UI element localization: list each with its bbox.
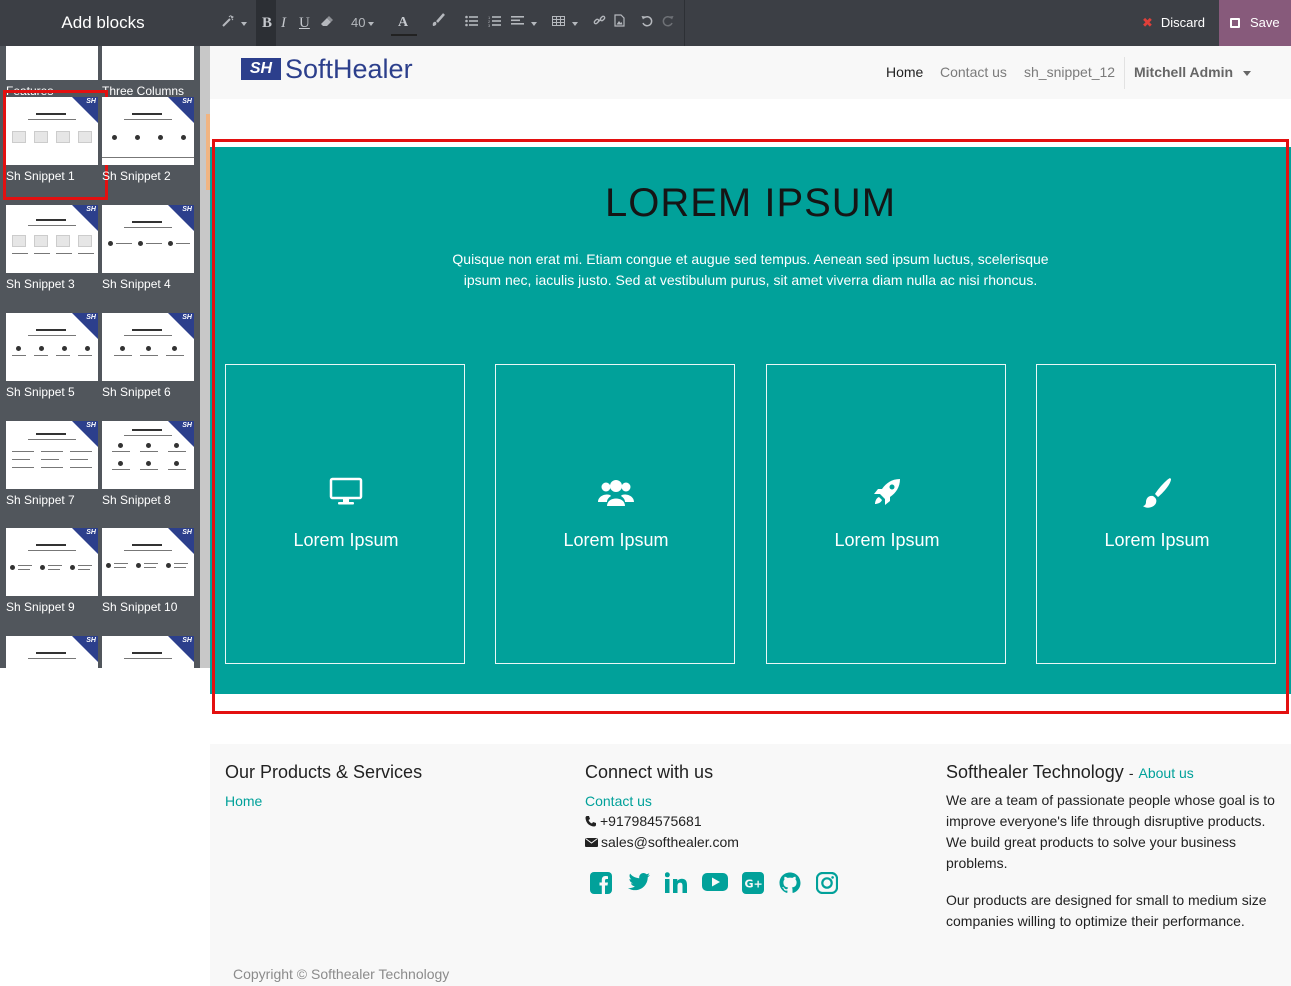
footer-link-home[interactable]: Home [225,793,262,809]
underline-button[interactable]: U [299,13,310,33]
undo-icon[interactable] [641,13,653,33]
envelope-icon [585,838,598,847]
block-thumbnail: SH [102,97,194,165]
github-icon[interactable] [779,872,803,896]
google-plus-icon[interactable]: G+ [742,872,766,896]
block-label: Sh Snippet 5 [6,385,75,399]
paint-brush-icon[interactable] [431,13,445,33]
block-label: Three Columns [102,84,185,98]
instagram-icon[interactable] [815,871,840,896]
connect-heading: Connect with us [585,762,714,782]
company-heading: Softhealer Technology - About us [946,762,1194,782]
block-label: Sh Snippet 10 [102,600,178,614]
block-sh-snippet-5[interactable]: SH Sh Snippet 5 [6,313,98,399]
site-footer: Our Products & Services Home Connect wit… [210,744,1291,986]
block-thumbnail: SH [102,205,194,273]
close-icon: ✖ [1142,15,1153,30]
nav-sh-snippet-12[interactable]: sh_snippet_12 [1024,64,1115,80]
snippets-sidebar: Add blocks Features Three Columns SH Sh … [0,0,210,668]
about-paragraph-2: Our products are designed for small to m… [946,892,1267,929]
block-thumbnail [102,46,194,80]
block-sh-snippet-12[interactable]: SH [102,636,194,668]
block-thumbnail: SH [6,636,98,668]
svg-text:3: 3 [488,23,491,27]
font-color-button[interactable]: A [398,13,408,33]
svg-text:G+: G+ [745,878,763,891]
floppy-disk-icon [1230,18,1240,28]
unordered-list-icon[interactable] [465,13,478,33]
footer-link-contact[interactable]: Contact us [585,793,652,809]
block-label: Sh Snippet 3 [6,277,75,291]
user-menu[interactable]: Mitchell Admin [1134,64,1252,80]
block-thumbnail: SH [102,421,194,489]
align-dropdown[interactable] [511,13,537,33]
block-thumbnail: SH [6,528,98,596]
block-label: Sh Snippet 4 [102,277,171,291]
facebook-icon[interactable] [590,872,614,896]
block-label: Sh Snippet 6 [102,385,171,399]
nav-contact-us[interactable]: Contact us [940,64,1007,80]
youtube-icon[interactable] [702,872,728,896]
link-icon[interactable] [593,13,606,33]
site-header: SH SoftHealer Home Contact us sh_snippet… [210,46,1291,99]
sidebar-title: Add blocks [0,0,210,46]
twitter-icon[interactable] [628,872,652,896]
block-thumbnail: SH [6,313,98,381]
block-sh-snippet-3[interactable]: SH Sh Snippet 3 [6,205,98,291]
block-sh-snippet-10[interactable]: SH Sh Snippet 10 [102,528,194,614]
ordered-list-icon[interactable]: 123 [488,13,501,33]
italic-button[interactable]: I [281,13,286,33]
snippet-list: Features Three Columns SH Sh Snippet 1 S… [0,46,200,668]
block-label: Sh Snippet 2 [102,169,171,183]
block-label: Sh Snippet 9 [6,600,75,614]
chevron-down-icon [1243,70,1252,76]
selection-highlight [212,139,1289,714]
discard-button[interactable]: ✖ Discard [1128,0,1219,46]
block-label: Sh Snippet 8 [102,493,171,507]
block-label: Sh Snippet 1 [6,169,75,183]
bold-button[interactable]: B [262,13,272,33]
save-button[interactable]: Save [1219,0,1291,46]
block-thumbnail: SH [6,205,98,273]
block-three-columns[interactable]: Three Columns [102,46,194,98]
nav-home[interactable]: Home [886,64,923,80]
eraser-icon[interactable] [320,13,334,33]
block-thumbnail: SH [102,313,194,381]
about-us-link[interactable]: About us [1139,765,1194,781]
linkedin-icon[interactable] [664,872,689,896]
block-sh-snippet-4[interactable]: SH Sh Snippet 4 [102,205,194,291]
products-heading: Our Products & Services [225,762,423,782]
phone-icon [585,816,596,827]
block-sh-snippet-1[interactable]: SH Sh Snippet 1 [3,90,108,200]
copyright-text: Copyright © Softhealer Technology [233,966,450,982]
block-label: Sh Snippet 7 [6,493,75,507]
block-sh-snippet-6[interactable]: SH Sh Snippet 6 [102,313,194,399]
email-info: sales@softhealer.com [585,832,739,853]
block-thumbnail [6,46,98,80]
block-sh-snippet-7[interactable]: SH Sh Snippet 7 [6,421,98,507]
block-thumbnail: SH [102,636,194,668]
block-sh-snippet-2[interactable]: SH Sh Snippet 2 [102,97,194,183]
block-sh-snippet-11[interactable]: SH [6,636,98,668]
block-sh-snippet-9[interactable]: SH Sh Snippet 9 [6,528,98,614]
font-size-dropdown[interactable]: 40 [351,13,374,33]
editor-toolbar: B I U 40 A 123 ✖ Discard Save [210,0,1291,46]
block-sh-snippet-8[interactable]: SH Sh Snippet 8 [102,421,194,507]
phone-info: +917984575681 [585,811,702,832]
magic-wand-icon[interactable] [222,13,247,33]
block-thumbnail: SH [102,528,194,596]
redo-icon[interactable] [662,13,674,33]
table-dropdown[interactable] [552,13,578,33]
block-thumbnail: SH [6,421,98,489]
block-thumbnail: SH [6,97,98,165]
image-file-icon[interactable] [614,13,625,33]
about-paragraph-1: We are a team of passionate people whose… [946,792,1275,871]
